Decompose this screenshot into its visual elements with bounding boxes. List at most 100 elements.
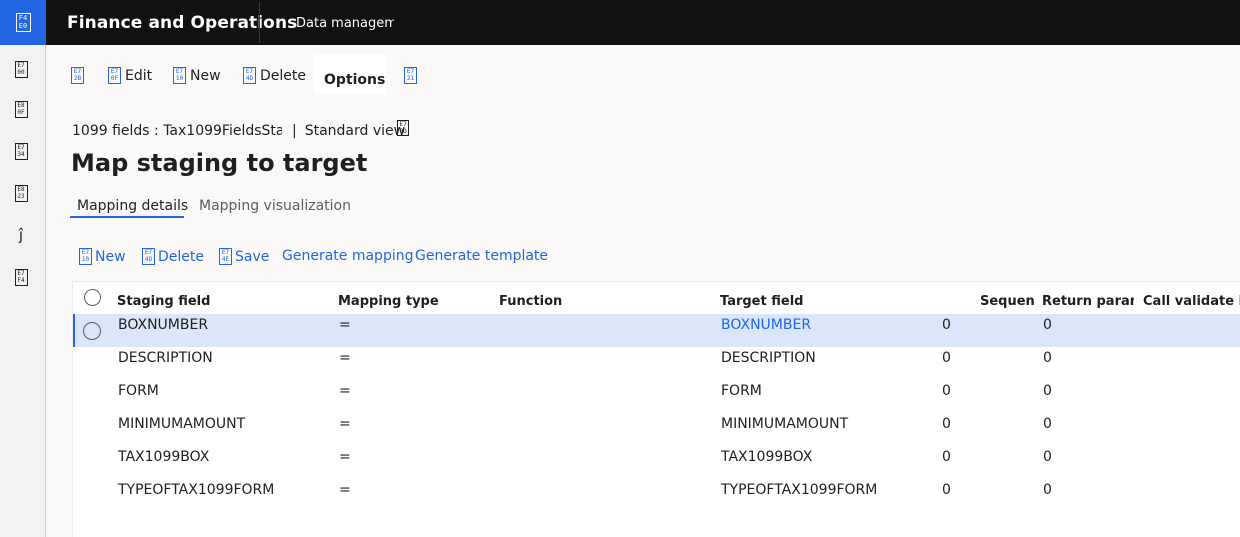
grid-header: Staging field Mapping type Function Targ…: [73, 282, 1240, 314]
column-header-function[interactable]: Function: [499, 294, 699, 311]
tab-mapping-details[interactable]: Mapping details: [77, 198, 188, 214]
delete-label: Delete: [260, 67, 306, 84]
generate-template-label: Generate template: [415, 248, 549, 264]
select-all-radio[interactable]: [84, 289, 101, 306]
return-parameter-cell[interactable]: 0: [1043, 350, 1052, 366]
return-parameter-cell[interactable]: 0: [1043, 449, 1052, 465]
table-row[interactable]: DESCRIPTION = DESCRIPTION 0 0: [73, 347, 1240, 380]
table-row[interactable]: BOXNUMBER = BOXNUMBER 0 0: [73, 314, 1240, 347]
mapping-type-cell[interactable]: =: [339, 482, 351, 498]
table-row[interactable]: FORM = FORM 0 0: [73, 380, 1240, 413]
caption-separator: |: [292, 123, 297, 139]
new-label: New: [190, 67, 221, 84]
generate-mapping-label: Generate mapping: [282, 248, 414, 264]
target-field-cell[interactable]: FORM: [721, 383, 762, 399]
delete-icon: E7 4D: [243, 67, 256, 84]
target-field-cell[interactable]: TAX1099BOX: [721, 449, 812, 465]
navigation-pane: E7 00 E8 0F E7 34 E8 23 ĵ E7 F4: [0, 45, 46, 537]
target-field-cell[interactable]: DESCRIPTION: [721, 350, 816, 366]
generate-template-button[interactable]: Generate template: [415, 248, 548, 264]
sequence-cell[interactable]: 0: [942, 449, 951, 465]
save-icon: E7 2B: [71, 67, 84, 84]
app-launcher-button[interactable]: F4 E0: [0, 0, 46, 45]
delete-action[interactable]: E7 4D Delete: [243, 67, 306, 84]
staging-field-cell[interactable]: MINIMUMAMOUNT: [118, 416, 245, 432]
options-label: Options: [324, 72, 386, 88]
grid-new-button[interactable]: E7 10 New: [79, 248, 126, 265]
save-action[interactable]: E7 2B: [71, 67, 84, 84]
column-header-mapping-type[interactable]: Mapping type: [338, 294, 478, 311]
expand-nav-button[interactable]: E7 00: [12, 59, 30, 79]
table-row[interactable]: TYPEOFTAX1099FORM = TYPEOFTAX1099FORM 0 …: [73, 479, 1240, 512]
column-header-target-field[interactable]: Target field: [720, 294, 950, 311]
tab-mapping-visualization[interactable]: Mapping visualization: [199, 198, 351, 214]
sequence-cell[interactable]: 0: [942, 482, 951, 498]
return-parameter-cell[interactable]: 0: [1043, 482, 1052, 498]
new-icon: E7 10: [173, 67, 186, 84]
app-title[interactable]: Finance and Operations: [67, 13, 297, 33]
staging-field-cell[interactable]: TYPEOFTAX1099FORM: [118, 482, 274, 498]
mapping-type-cell[interactable]: =: [339, 383, 351, 399]
options-tab[interactable]: Options: [313, 55, 386, 95]
staging-field-cell[interactable]: DESCRIPTION: [118, 350, 213, 366]
search-action[interactable]: E7 21: [404, 67, 417, 84]
edit-icon: E7 0F: [108, 67, 121, 84]
target-field-cell[interactable]: MINIMUMAMOUNT: [721, 416, 848, 432]
column-header-sequence[interactable]: Sequence: [980, 294, 1034, 311]
staging-field-cell[interactable]: FORM: [118, 383, 159, 399]
column-header-return-parameter[interactable]: Return parameter: [1042, 294, 1134, 311]
save-icon: E7 4E: [219, 248, 232, 265]
favorites-button[interactable]: E8 0F: [12, 99, 30, 119]
grid-new-label: New: [95, 248, 126, 265]
breadcrumb[interactable]: Data manageme: [296, 16, 394, 31]
return-parameter-cell[interactable]: 0: [1043, 416, 1052, 432]
view-selector[interactable]: Standard view: [305, 123, 405, 139]
new-action[interactable]: E7 10 New: [173, 67, 221, 84]
grid-delete-button[interactable]: E7 4D Delete: [142, 248, 204, 265]
header-divider: [259, 2, 260, 43]
expand-nav-icon: E7 00: [14, 60, 28, 78]
recent-icon: E7 34: [14, 142, 28, 160]
table-row[interactable]: TAX1099BOX = TAX1099BOX 0 0: [73, 446, 1240, 479]
target-field-cell[interactable]: TYPEOFTAX1099FORM: [721, 482, 877, 498]
sequence-cell[interactable]: 0: [942, 317, 951, 333]
mapping-type-cell[interactable]: =: [339, 449, 351, 465]
workspaces-icon: E8 23: [14, 184, 28, 202]
return-parameter-cell[interactable]: 0: [1043, 383, 1052, 399]
edit-action[interactable]: E7 0F Edit: [108, 67, 152, 84]
active-tab-indicator: [70, 216, 184, 218]
page-title: Map staging to target: [71, 149, 368, 177]
column-header-staging-field[interactable]: Staging field: [117, 294, 317, 311]
new-icon: E7 10: [79, 248, 92, 265]
generate-mapping-button[interactable]: Generate mapping: [282, 248, 413, 264]
mapping-type-cell[interactable]: =: [339, 317, 351, 333]
modules-button[interactable]: ĵ: [12, 225, 30, 245]
column-header-call-validate-field[interactable]: Call validate Field: [1143, 294, 1240, 311]
top-bar: F4 E0 Finance and Operations Data managem…: [0, 0, 1240, 45]
favorites-icon: E8 0F: [14, 100, 28, 118]
recent-button[interactable]: E7 34: [12, 141, 30, 161]
entity-caption: 1099 fields : Tax1099FieldsStaging | Sta…: [72, 120, 410, 139]
table-row[interactable]: MINIMUMAMOUNT = MINIMUMAMOUNT 0 0: [73, 413, 1240, 446]
staging-field-cell[interactable]: TAX1099BOX: [118, 449, 209, 465]
target-field-cell[interactable]: BOXNUMBER: [721, 317, 811, 333]
entity-name: 1099 fields : Tax1099FieldsStaging: [72, 123, 282, 139]
sequence-cell[interactable]: 0: [942, 350, 951, 366]
grid-delete-label: Delete: [158, 248, 204, 265]
grid-save-label: Save: [235, 248, 270, 265]
workspaces-button[interactable]: E8 23: [12, 183, 30, 203]
staging-field-cell[interactable]: BOXNUMBER: [118, 317, 208, 333]
mapping-type-cell[interactable]: =: [339, 350, 351, 366]
sequence-cell[interactable]: 0: [942, 416, 951, 432]
chevron-down-icon[interactable]: E7 0D: [397, 120, 410, 136]
modules-icon: ĵ: [18, 226, 24, 244]
list-button[interactable]: E7 F4: [12, 267, 30, 287]
mapping-grid: Staging field Mapping type Function Targ…: [72, 281, 1240, 537]
row-select-radio[interactable]: [83, 322, 101, 340]
sequence-cell[interactable]: 0: [942, 383, 951, 399]
return-parameter-cell[interactable]: 0: [1043, 317, 1052, 333]
grid-save-button[interactable]: E7 4E Save: [219, 248, 269, 265]
edit-label: Edit: [125, 67, 153, 84]
app-launcher-icon: F4 E0: [15, 13, 31, 32]
mapping-type-cell[interactable]: =: [339, 416, 351, 432]
